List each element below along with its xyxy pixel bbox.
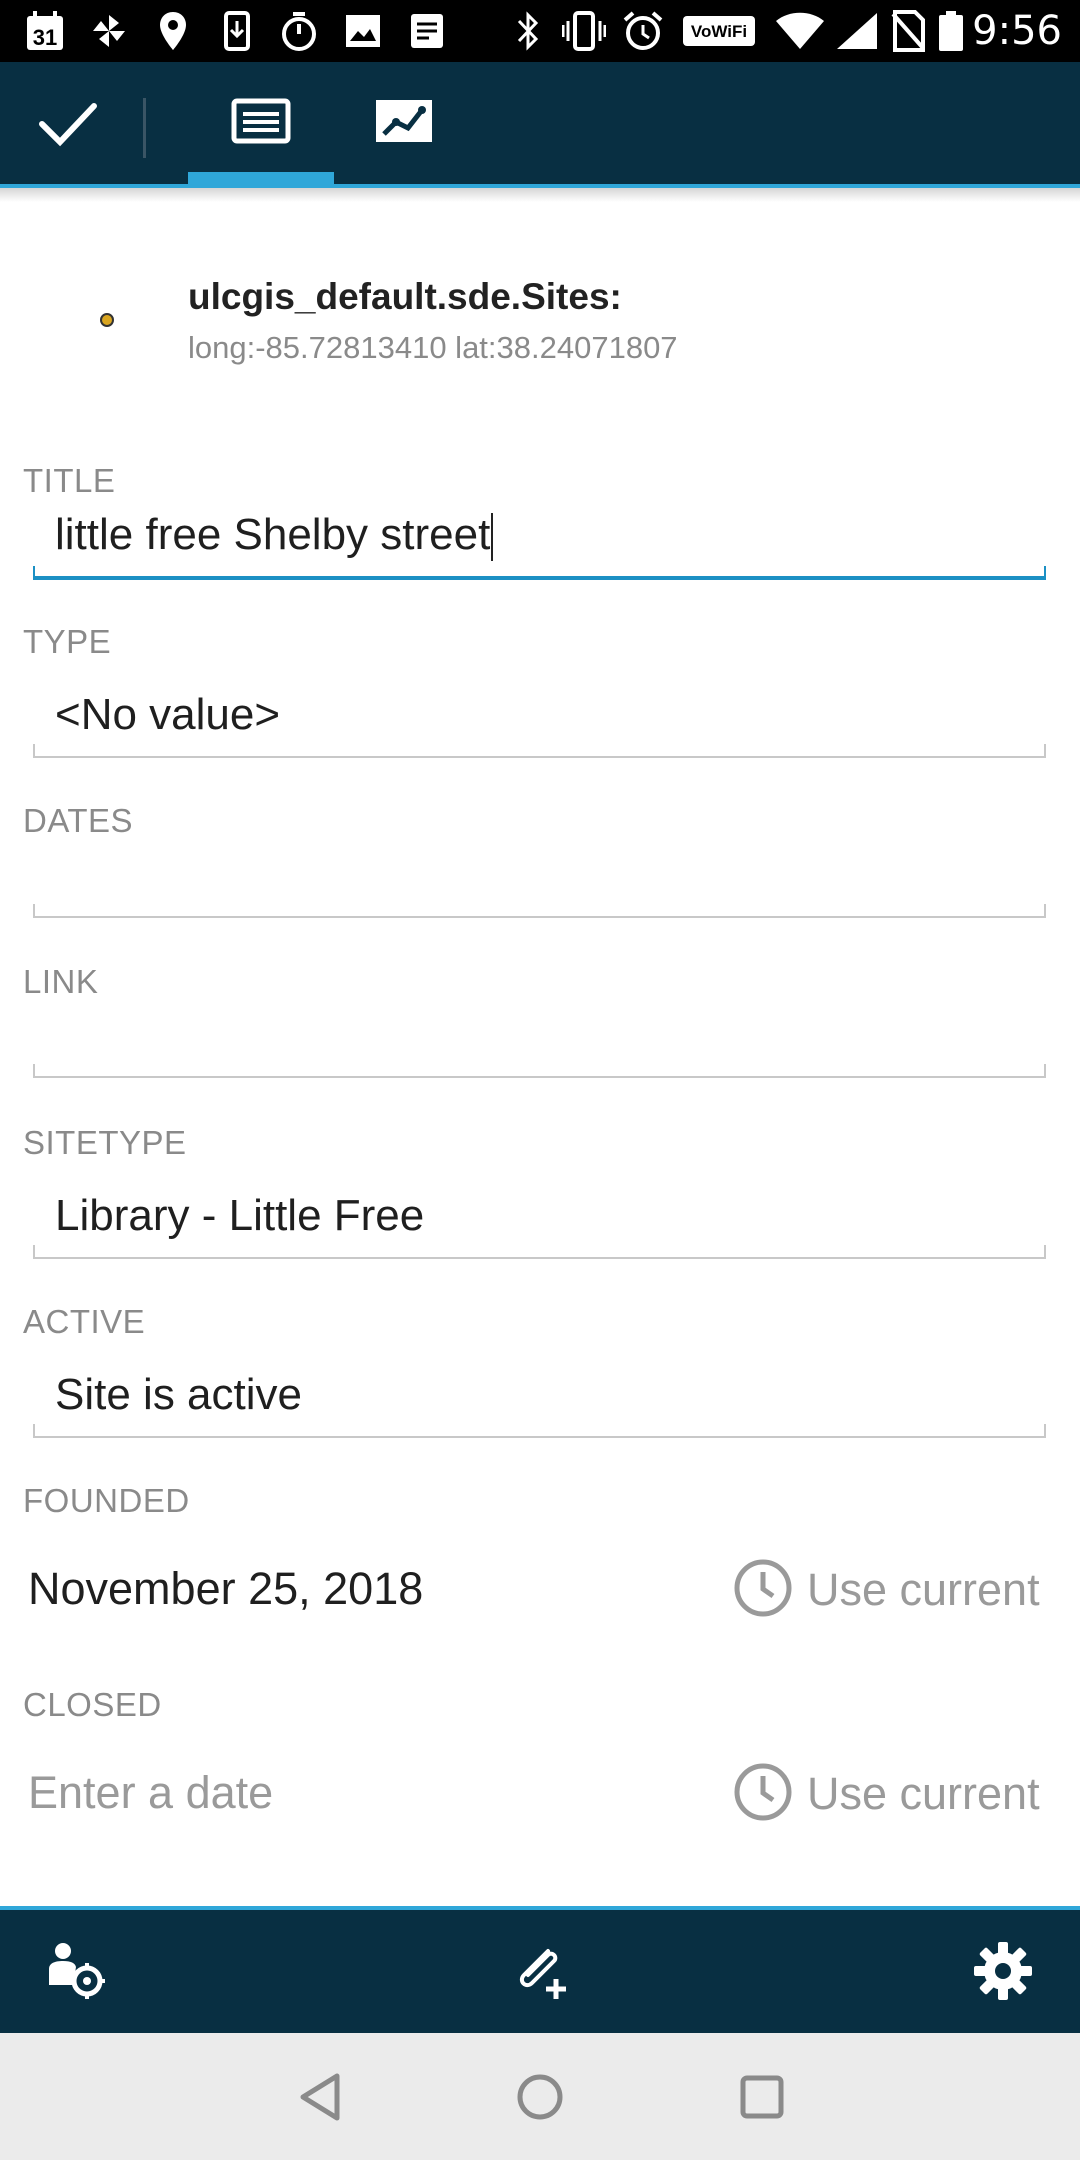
tab-attributes[interactable] <box>188 62 334 184</box>
text-cursor <box>491 513 494 562</box>
cell-signal-icon <box>834 8 880 54</box>
top-app-bar <box>0 62 1080 184</box>
title-input-underline <box>33 566 1046 580</box>
pinwheel-icon <box>86 8 132 54</box>
title-value: little free Shelby street <box>55 510 491 559</box>
active-underline <box>33 1424 1046 1438</box>
clock-icon <box>733 1762 793 1827</box>
active-select[interactable]: Site is active <box>55 1370 302 1420</box>
back-icon[interactable] <box>292 2069 348 2125</box>
founded-use-current-button[interactable]: Use current <box>733 1557 1040 1623</box>
calendar-day: 31 <box>33 25 57 50</box>
title-label: TITLE <box>23 462 116 499</box>
bottom-toolbar <box>0 1910 1080 2033</box>
tab-indicator <box>188 172 334 184</box>
tab-geometry[interactable] <box>370 62 438 184</box>
list-icon <box>231 98 291 149</box>
sitetype-label: SITETYPE <box>23 1124 187 1161</box>
dates-label: DATES <box>23 802 134 839</box>
closed-use-current-button[interactable]: Use current <box>733 1761 1040 1827</box>
status-time: 9:56 <box>972 8 1062 54</box>
closed-label: CLOSED <box>23 1686 162 1723</box>
type-underline <box>33 744 1046 758</box>
feature-symbol-icon <box>100 313 114 327</box>
battery-icon <box>936 8 966 54</box>
user-location-icon[interactable] <box>42 1936 112 2006</box>
vibrate-icon <box>560 8 608 54</box>
calendar-icon: 31 <box>22 8 68 54</box>
active-label: ACTIVE <box>23 1303 146 1340</box>
clock-icon <box>733 1558 793 1623</box>
type-select[interactable]: <No value> <box>55 690 280 740</box>
checkmark-icon[interactable] <box>36 92 98 154</box>
alarm-icon <box>620 8 666 54</box>
recents-icon[interactable] <box>734 2069 790 2125</box>
dates-input[interactable] <box>55 860 1035 904</box>
status-bar: 31 VoWiFi 9:56 <box>0 0 1080 62</box>
feature-layer-title: ulcgis_default.sde.Sites: <box>188 276 622 317</box>
use-current-label: Use current <box>807 1564 1040 1615</box>
type-label: TYPE <box>23 623 112 660</box>
sitetype-select[interactable]: Library - Little Free <box>55 1191 424 1241</box>
founded-date-field[interactable]: November 25, 2018 <box>28 1563 423 1615</box>
feature-coordinates: long:-85.72813410 lat:38.24071807 <box>188 330 678 365</box>
founded-label: FOUNDED <box>23 1482 190 1519</box>
vowifi-icon: VoWiFi <box>682 8 756 54</box>
toolbar-divider <box>143 98 146 158</box>
link-underline <box>33 1064 1046 1078</box>
geometry-icon <box>374 98 434 149</box>
no-sim-icon <box>888 8 928 54</box>
link-input[interactable] <box>55 1020 1035 1064</box>
dates-underline <box>33 904 1046 918</box>
app-bar-shadow <box>0 188 1080 202</box>
download-icon <box>214 8 260 54</box>
title-input[interactable]: little free Shelby street <box>55 510 494 562</box>
image-icon <box>340 8 386 54</box>
vowifi-label: VoWiFi <box>691 22 747 41</box>
system-navigation-bar <box>0 2033 1080 2160</box>
bluetooth-icon <box>508 8 548 54</box>
stopwatch-icon <box>276 8 322 54</box>
closed-date-field[interactable]: Enter a date <box>28 1767 273 1819</box>
wifi-icon <box>774 8 826 54</box>
home-icon[interactable] <box>512 2069 568 2125</box>
use-current-label: Use current <box>807 1768 1040 1819</box>
link-label: LINK <box>23 963 99 1000</box>
sitetype-underline <box>33 1245 1046 1259</box>
attachment-add-icon[interactable] <box>505 1936 575 2006</box>
settings-gear-icon[interactable] <box>968 1936 1038 2006</box>
document-icon <box>404 8 450 54</box>
location-pin-icon <box>150 8 196 54</box>
